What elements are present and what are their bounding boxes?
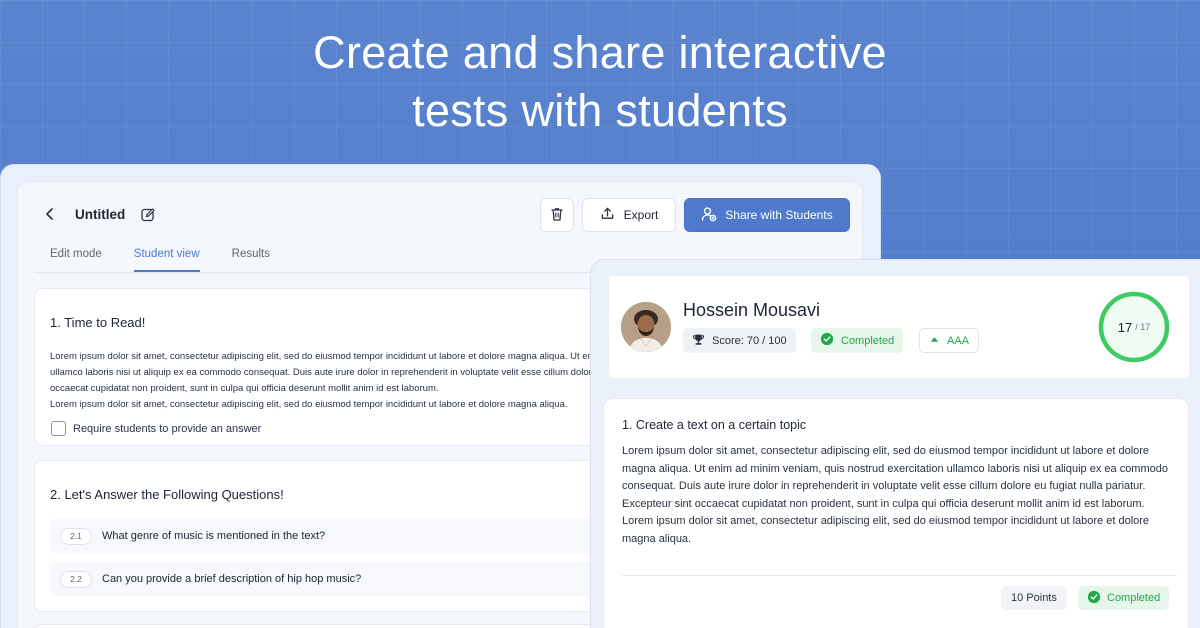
answer-status-badge: Completed [1078, 586, 1170, 610]
trash-icon [549, 206, 565, 225]
view-tabs: Edit mode Student view Results [50, 248, 270, 272]
headline: Create and share interactive tests with … [0, 24, 1200, 140]
require-answer-checkbox[interactable] [51, 421, 66, 436]
answer-question-title: 1. Create a text on a certain topic [622, 418, 807, 432]
sub-question-number: 2.2 [60, 570, 92, 588]
user-add-icon [701, 206, 717, 225]
level-badge: AAA [919, 328, 980, 353]
document-title: Untitled [75, 207, 126, 222]
editor-toolbar: Untitled Export Share with Students [18, 182, 864, 248]
sub-question-text: What genre of music is mentioned in the … [102, 530, 326, 542]
answer-divider [622, 575, 1177, 576]
student-profile-card: Hossein Mousavi Score: 70 / 100 Complete… [609, 276, 1189, 378]
tab-student-view[interactable]: Student view [133, 248, 200, 272]
status-badge: Completed [811, 328, 904, 353]
question-title: 2. Let's Answer the Following Questions! [50, 487, 284, 502]
answer-card: 1. Create a text on a certain topic Lore… [603, 398, 1189, 628]
status-label: Completed [841, 334, 895, 347]
triangle-up-icon [929, 334, 940, 348]
score-label: Score: 70 / 100 [712, 334, 787, 347]
check-circle-icon [820, 332, 834, 349]
require-answer-option[interactable]: Require students to provide an answer [51, 421, 261, 436]
sub-question-text: Can you provide a brief description of h… [102, 573, 362, 585]
check-circle-icon [1087, 590, 1101, 607]
share-with-students-button[interactable]: Share with Students [684, 198, 850, 232]
student-result-window: Hossein Mousavi Score: 70 / 100 Complete… [590, 259, 1200, 628]
points-badge: 10 Points [1001, 586, 1067, 610]
avatar [621, 302, 671, 352]
share-label: Share with Students [725, 208, 833, 222]
export-label: Export [623, 208, 659, 222]
answer-status-label: Completed [1107, 592, 1161, 604]
score-ring-label: 17 / 17 [1097, 290, 1171, 364]
question-title: 1. Time to Read! [50, 315, 146, 330]
level-label: AAA [947, 334, 970, 347]
delete-button[interactable] [540, 198, 574, 232]
score-ring-total: / 17 [1135, 322, 1151, 332]
headline-line-2: tests with students [412, 85, 788, 136]
trophy-icon [692, 333, 705, 349]
score-ring-value: 17 [1117, 319, 1133, 335]
chevron-left-icon[interactable] [42, 206, 58, 222]
answer-text: Lorem ipsum dolor sit amet, consectetur … [622, 443, 1177, 548]
student-name: Hossein Mousavi [683, 300, 821, 320]
pencil-icon[interactable] [140, 207, 156, 223]
answer-paragraph: Lorem ipsum dolor sit amet, consectetur … [622, 515, 1150, 545]
upload-icon [600, 206, 615, 224]
export-button[interactable]: Export [582, 198, 676, 232]
answer-paragraph: Lorem ipsum dolor sit amet, consectetur … [622, 445, 1168, 510]
tab-results[interactable]: Results [232, 248, 270, 272]
headline-line-1: Create and share interactive [313, 27, 887, 78]
sub-question-number: 2.1 [60, 527, 92, 545]
require-answer-label: Require students to provide an answer [73, 422, 262, 435]
score-badge: Score: 70 / 100 [683, 328, 796, 353]
tab-edit-mode[interactable]: Edit mode [50, 248, 102, 272]
